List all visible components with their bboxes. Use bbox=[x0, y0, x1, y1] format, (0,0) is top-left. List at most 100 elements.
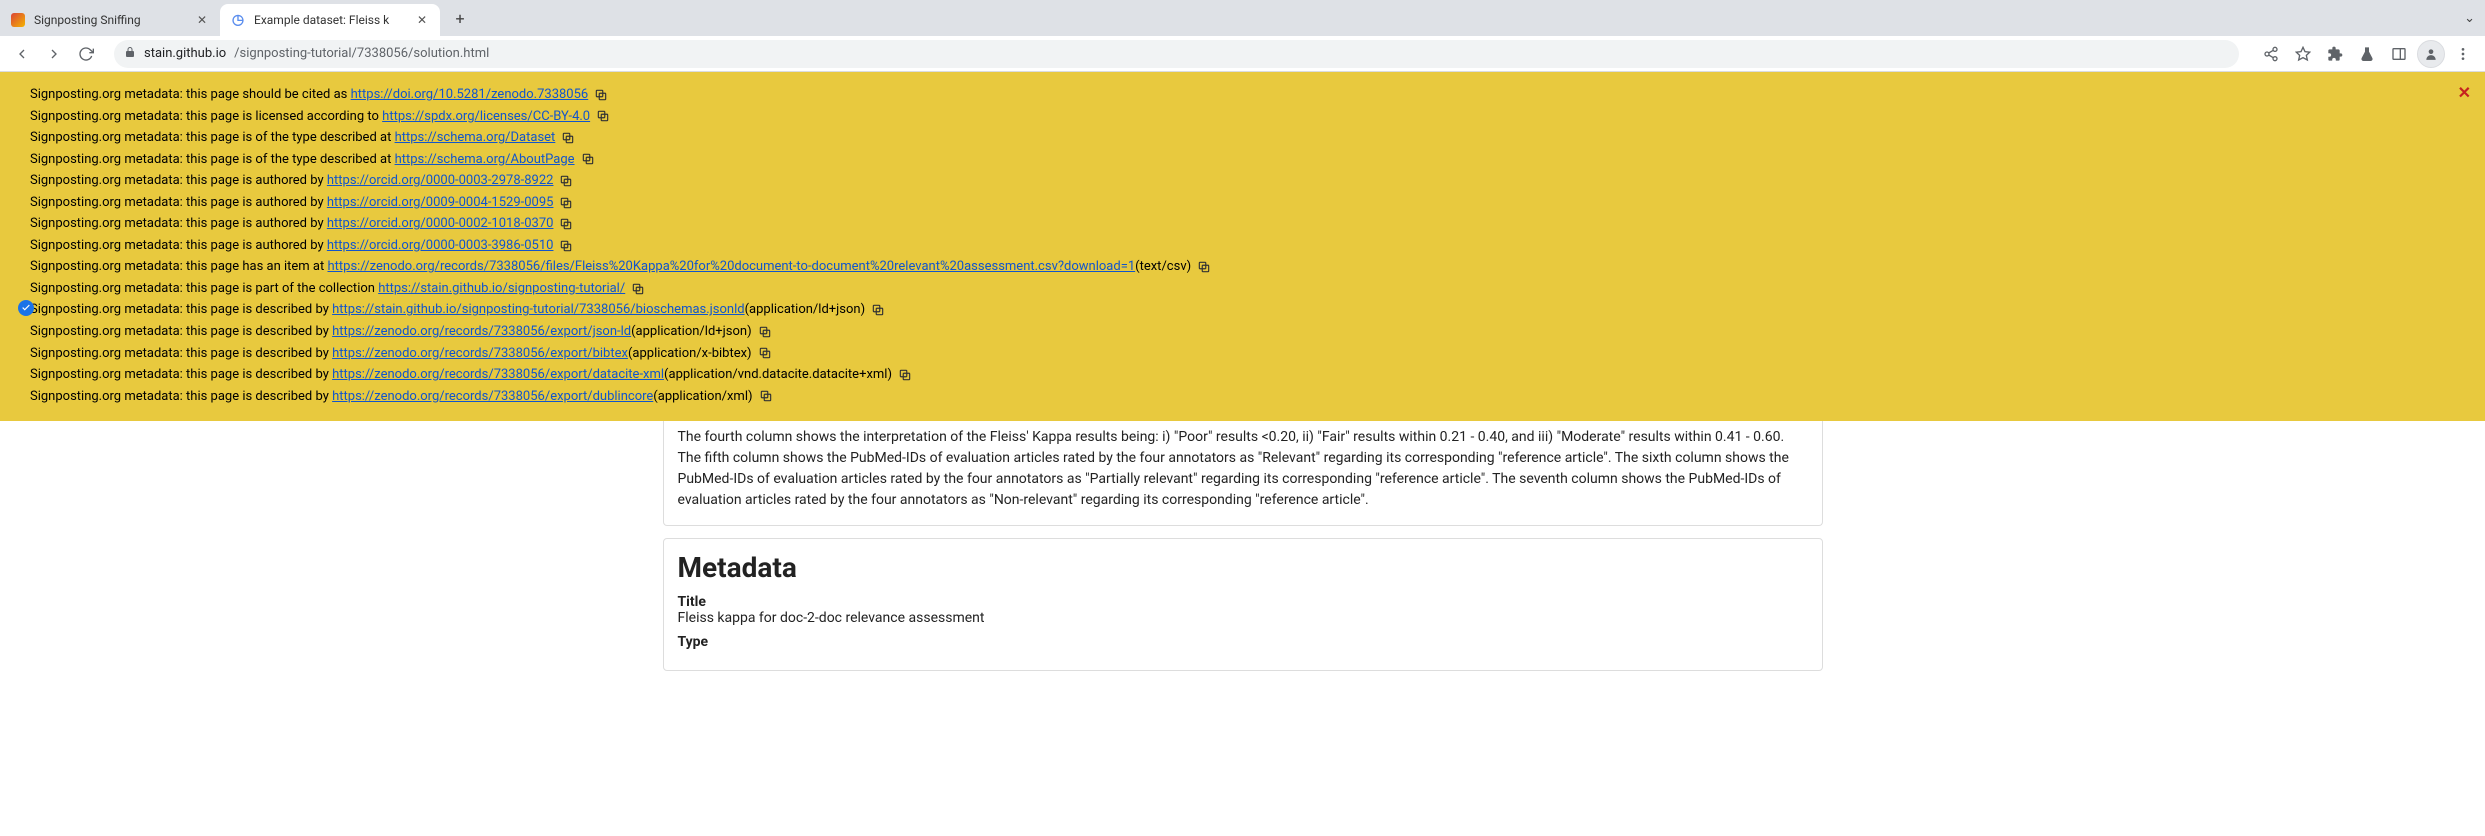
favicon-icon bbox=[10, 12, 26, 28]
mime-suffix: (application/vnd.datacite.datacite+xml) bbox=[664, 366, 892, 384]
new-tab-button[interactable]: + bbox=[446, 4, 474, 32]
tab-signposting-sniffing[interactable]: Signposting Sniffing ✕ bbox=[0, 4, 220, 36]
copy-icon[interactable] bbox=[758, 325, 772, 339]
chevron-down-icon[interactable]: ⌄ bbox=[2464, 11, 2475, 26]
notice-prefix: Signposting.org metadata: this page is o… bbox=[30, 151, 391, 169]
described-link[interactable]: https://zenodo.org/records/7338056/expor… bbox=[332, 345, 628, 363]
url-path: /signposting-tutorial/7338056/solution.h… bbox=[234, 46, 489, 61]
metadata-heading: Metadata bbox=[678, 551, 1808, 584]
share-icon[interactable] bbox=[2257, 40, 2285, 68]
mime-suffix: (application/ld+json) bbox=[631, 323, 752, 341]
notice-prefix: Signposting.org metadata: this page is l… bbox=[30, 108, 379, 126]
copy-icon[interactable] bbox=[594, 88, 608, 102]
page-content: The fourth column shows the interpretati… bbox=[603, 421, 1883, 671]
forward-button[interactable] bbox=[40, 40, 68, 68]
notice-line: Signposting.org metadata: this page is o… bbox=[16, 149, 2469, 171]
meta-title-value: Fleiss kappa for doc-2-doc relevance ass… bbox=[678, 610, 1808, 626]
bookmark-icon[interactable] bbox=[2289, 40, 2317, 68]
notice-prefix: Signposting.org metadata: this page has … bbox=[30, 258, 324, 276]
copy-icon[interactable] bbox=[631, 282, 645, 296]
notice-line: Signposting.org metadata: this page is p… bbox=[16, 278, 2469, 300]
mime-suffix: (application/xml) bbox=[653, 388, 752, 406]
copy-icon[interactable] bbox=[759, 389, 773, 403]
mime-suffix: (text/csv) bbox=[1135, 258, 1191, 276]
notice-line: Signposting.org metadata: this page is a… bbox=[16, 235, 2469, 257]
tab-title: Signposting Sniffing bbox=[34, 13, 186, 27]
notice-line: Signposting.org metadata: this page is d… bbox=[16, 386, 2469, 408]
described-link[interactable]: https://stain.github.io/signposting-tuto… bbox=[332, 301, 744, 319]
author-link[interactable]: https://orcid.org/0000-0002-1018-0370 bbox=[327, 215, 554, 233]
copy-icon[interactable] bbox=[898, 368, 912, 382]
notice-prefix: Signposting.org metadata: this page is d… bbox=[30, 323, 329, 341]
close-notice-button[interactable]: ✕ bbox=[2458, 82, 2471, 104]
described-link[interactable]: https://zenodo.org/records/7338056/expor… bbox=[332, 323, 631, 341]
notice-prefix: Signposting.org metadata: this page is a… bbox=[30, 172, 324, 190]
collection-link[interactable]: https://stain.github.io/signposting-tuto… bbox=[378, 280, 625, 298]
copy-icon[interactable] bbox=[559, 174, 573, 188]
item-link[interactable]: https://zenodo.org/records/7338056/files… bbox=[327, 258, 1135, 276]
copy-icon[interactable] bbox=[559, 239, 573, 253]
notice-prefix: Signposting.org metadata: this page is d… bbox=[30, 345, 329, 363]
notice-line: Signposting.org metadata: this page has … bbox=[16, 256, 2469, 278]
close-icon[interactable]: ✕ bbox=[194, 12, 210, 28]
license-link[interactable]: https://spdx.org/licenses/CC-BY-4.0 bbox=[382, 108, 590, 126]
type-link[interactable]: https://schema.org/AboutPage bbox=[395, 151, 575, 169]
notice-line: Signposting.org metadata: this page is d… bbox=[16, 299, 2469, 321]
meta-title-label: Title bbox=[678, 594, 1808, 610]
menu-icon[interactable] bbox=[2449, 40, 2477, 68]
notice-line: Signposting.org metadata: this page is d… bbox=[16, 321, 2469, 343]
copy-icon[interactable] bbox=[1197, 260, 1211, 274]
described-link[interactable]: https://zenodo.org/records/7338056/expor… bbox=[332, 366, 664, 384]
signposting-notice: ✕ Signposting.org metadata: this page sh… bbox=[0, 72, 2485, 421]
side-panel-icon[interactable] bbox=[2385, 40, 2413, 68]
copy-icon[interactable] bbox=[871, 303, 885, 317]
notice-line: Signposting.org metadata: this page is a… bbox=[16, 170, 2469, 192]
window-controls: ⌄ bbox=[2464, 11, 2485, 26]
copy-icon[interactable] bbox=[581, 152, 595, 166]
mime-suffix: (application/ld+json) bbox=[745, 301, 866, 319]
notice-prefix: Signposting.org metadata: this page shou… bbox=[30, 86, 347, 104]
extension-badge-icon bbox=[18, 300, 34, 316]
notice-line: Signposting.org metadata: this page is d… bbox=[16, 364, 2469, 386]
copy-icon[interactable] bbox=[559, 217, 573, 231]
close-icon[interactable]: ✕ bbox=[414, 12, 430, 28]
described-link[interactable]: https://zenodo.org/records/7338056/expor… bbox=[332, 388, 653, 406]
profile-button[interactable] bbox=[2417, 40, 2445, 68]
author-link[interactable]: https://orcid.org/0000-0003-2978-8922 bbox=[327, 172, 554, 190]
favicon-icon: ◷ bbox=[230, 12, 246, 28]
notice-prefix: Signposting.org metadata: this page is a… bbox=[30, 215, 324, 233]
address-bar[interactable]: stain.github.io/signposting-tutorial/733… bbox=[114, 40, 2239, 68]
reload-button[interactable] bbox=[72, 40, 100, 68]
notice-prefix: Signposting.org metadata: this page is a… bbox=[30, 194, 324, 212]
notice-prefix: Signposting.org metadata: this page is o… bbox=[30, 129, 391, 147]
notice-line: Signposting.org metadata: this page is o… bbox=[16, 127, 2469, 149]
browser-toolbar: stain.github.io/signposting-tutorial/733… bbox=[0, 36, 2485, 72]
labs-icon[interactable] bbox=[2353, 40, 2381, 68]
notice-line: Signposting.org metadata: this page shou… bbox=[16, 84, 2469, 106]
cite-link[interactable]: https://doi.org/10.5281/zenodo.7338056 bbox=[351, 86, 589, 104]
copy-icon[interactable] bbox=[596, 109, 610, 123]
copy-icon[interactable] bbox=[559, 196, 573, 210]
copy-icon[interactable] bbox=[561, 131, 575, 145]
url-domain: stain.github.io bbox=[144, 46, 226, 61]
type-link[interactable]: https://schema.org/Dataset bbox=[395, 129, 556, 147]
metadata-box: Metadata Title Fleiss kappa for doc-2-do… bbox=[663, 538, 1823, 671]
mime-suffix: (application/x-bibtex) bbox=[628, 345, 752, 363]
extensions-icon[interactable] bbox=[2321, 40, 2349, 68]
dataset-description: The fourth column shows the interpretati… bbox=[663, 421, 1823, 526]
back-button[interactable] bbox=[8, 40, 36, 68]
tab-title: Example dataset: Fleiss k bbox=[254, 13, 406, 27]
notice-prefix: Signposting.org metadata: this page is d… bbox=[30, 301, 329, 319]
notice-line: Signposting.org metadata: this page is a… bbox=[16, 213, 2469, 235]
notice-line: Signposting.org metadata: this page is a… bbox=[16, 192, 2469, 214]
copy-icon[interactable] bbox=[758, 346, 772, 360]
toolbar-actions bbox=[2257, 40, 2477, 68]
notice-line: Signposting.org metadata: this page is d… bbox=[16, 343, 2469, 365]
notice-line: Signposting.org metadata: this page is l… bbox=[16, 106, 2469, 128]
notice-prefix: Signposting.org metadata: this page is d… bbox=[30, 388, 329, 406]
author-link[interactable]: https://orcid.org/0000-0003-3986-0510 bbox=[327, 237, 554, 255]
tab-strip: Signposting Sniffing ✕ ◷ Example dataset… bbox=[0, 0, 2485, 36]
author-link[interactable]: https://orcid.org/0009-0004-1529-0095 bbox=[327, 194, 554, 212]
tab-example-dataset[interactable]: ◷ Example dataset: Fleiss k ✕ bbox=[220, 4, 440, 36]
notice-prefix: Signposting.org metadata: this page is p… bbox=[30, 280, 375, 298]
